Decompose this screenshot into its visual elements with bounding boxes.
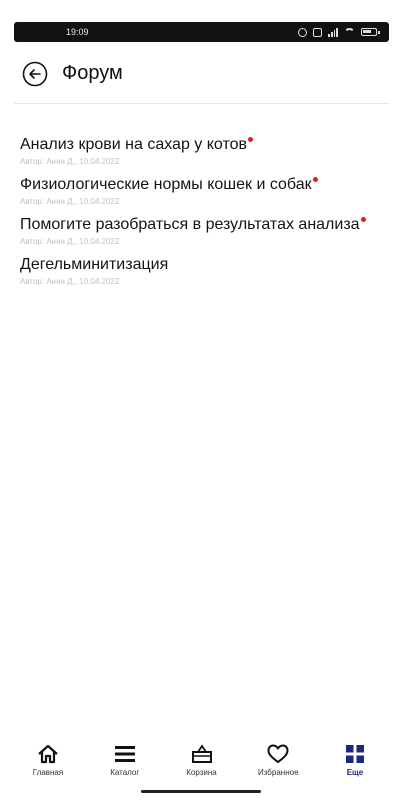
nav-more-label: Еще bbox=[346, 768, 364, 777]
topic-title-row: Дегельминитизация bbox=[20, 254, 392, 275]
topic-meta: Автор: Анна Д., 10.04.2022 bbox=[20, 157, 120, 166]
topic-meta: Автор: Анна Д., 10.04.2022 bbox=[20, 277, 120, 286]
app-header: Форум bbox=[14, 44, 389, 104]
nav-favorites-label: Избранное bbox=[257, 768, 299, 777]
status-icons bbox=[298, 27, 380, 37]
topic-meta: Автор: Анна Д., 10.04.2022 bbox=[20, 197, 120, 206]
unread-dot-icon bbox=[360, 217, 366, 222]
wifi-icon bbox=[344, 28, 355, 36]
unread-dot-icon bbox=[248, 137, 253, 142]
nav-catalog-label: Каталог bbox=[110, 768, 140, 777]
unread-dot-icon bbox=[312, 177, 318, 182]
topic-title: Помогите разобраться в результатах анали… bbox=[20, 216, 360, 233]
nav-home-label: Главная bbox=[32, 768, 64, 777]
topic-item[interactable]: Помогите разобраться в результатах анали… bbox=[20, 214, 392, 248]
page-title: Форум bbox=[62, 62, 123, 84]
nav-favorites[interactable]: Избранное bbox=[246, 742, 310, 786]
nav-cart-label: Корзина bbox=[186, 768, 217, 777]
bottom-nav: Главная Каталог Корзина Избранное Еще bbox=[14, 742, 389, 786]
nav-catalog[interactable]: Каталог bbox=[93, 742, 157, 786]
heart-icon bbox=[267, 742, 289, 766]
home-indicator bbox=[141, 790, 261, 793]
battery-icon bbox=[361, 28, 380, 36]
topic-title: Физиологические нормы кошек и собак bbox=[20, 176, 312, 193]
basket-icon bbox=[191, 742, 213, 766]
app-screen: 19:09 Форум Анализ крови на сахар у кото… bbox=[0, 0, 406, 801]
topic-title-row: Помогите разобраться в результатах анали… bbox=[20, 214, 380, 235]
topic-item[interactable]: Анализ крови на сахар у котов Автор: Анн… bbox=[20, 134, 392, 168]
topic-list: Анализ крови на сахар у котов Автор: Анн… bbox=[20, 134, 392, 294]
nav-cart[interactable]: Корзина bbox=[170, 742, 234, 786]
topic-title-row: Анализ крови на сахар у котов bbox=[20, 134, 392, 155]
topic-title: Анализ крови на сахар у котов bbox=[20, 136, 247, 153]
topic-item[interactable]: Дегельминитизация Автор: Анна Д., 10.04.… bbox=[20, 254, 392, 288]
back-arrow-icon bbox=[22, 61, 48, 86]
nav-more[interactable]: Еще bbox=[323, 742, 387, 786]
menu-icon bbox=[114, 742, 136, 766]
signal-icon bbox=[328, 27, 338, 37]
topic-item[interactable]: Физиологические нормы кошек и собак Авто… bbox=[20, 174, 392, 208]
status-time: 19:09 bbox=[66, 27, 89, 37]
back-button[interactable] bbox=[20, 59, 50, 89]
status-bar: 19:09 bbox=[14, 22, 389, 42]
topic-title-row: Физиологические нормы кошек и собак bbox=[20, 174, 392, 195]
home-icon bbox=[37, 742, 59, 766]
topic-title: Дегельминитизация bbox=[20, 256, 169, 273]
grid-icon bbox=[345, 742, 365, 766]
topic-meta: Автор: Анна Д., 10.04.2022 bbox=[20, 237, 120, 246]
vibrate-icon bbox=[313, 27, 322, 37]
alarm-icon bbox=[298, 27, 307, 37]
nav-home[interactable]: Главная bbox=[16, 742, 80, 786]
